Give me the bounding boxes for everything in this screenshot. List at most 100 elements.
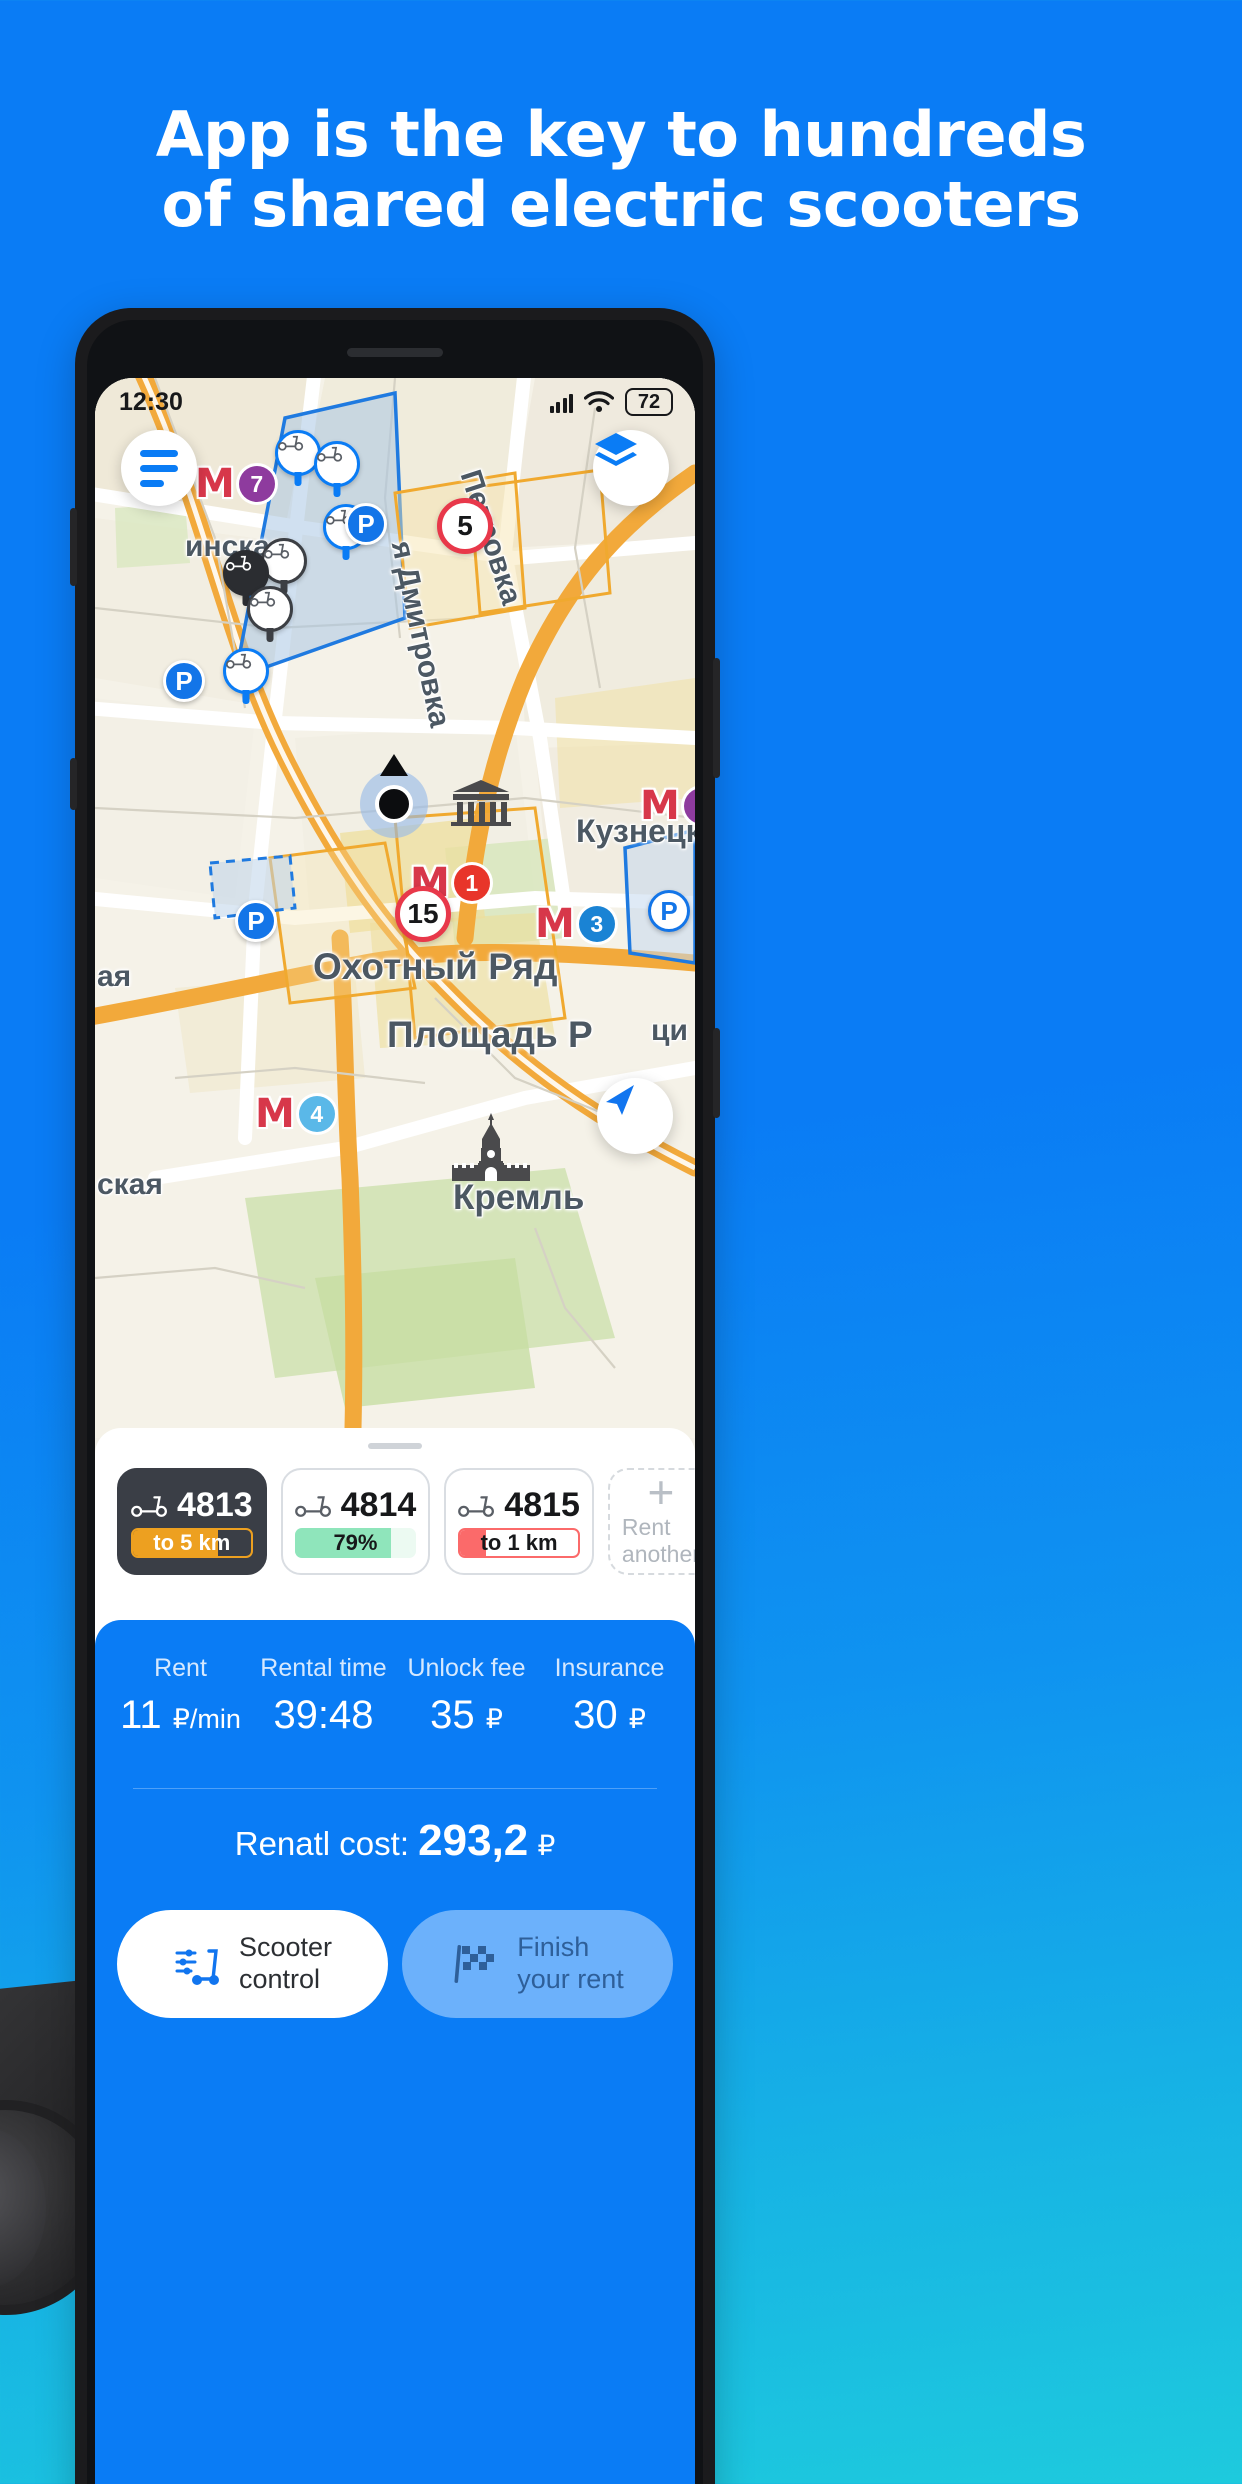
phone-volume-button — [70, 508, 77, 586]
status-bar: 12:30 72 — [95, 378, 695, 422]
stat-label: Rental time — [260, 1654, 387, 1682]
stat-label: Insurance — [554, 1654, 665, 1682]
card-header: 4815 — [458, 1482, 580, 1528]
scooter-status-label: to 1 km — [480, 1530, 558, 1555]
stat-currency: ₽ — [628, 1704, 646, 1734]
metro-logo-icon: M — [195, 461, 235, 507]
map-layers-button[interactable] — [593, 430, 669, 506]
metro-logo-icon: M — [255, 1091, 295, 1137]
metro-station-3[interactable]: M 3 — [535, 901, 615, 947]
metro-line-number — [683, 788, 695, 824]
promo-headline: App is the key to hundreds of shared ele… — [0, 99, 1242, 242]
wifi-icon — [584, 390, 614, 412]
stat-label: Rent — [154, 1654, 207, 1682]
scooter-status-bar: to 1 km — [458, 1528, 580, 1558]
card-header: 4813 — [131, 1482, 253, 1528]
stat-currency: ₽/min — [172, 1704, 241, 1734]
total-cost-row: Renatl cost: 293,2 ₽ — [95, 1816, 695, 1866]
parking-pin[interactable]: P — [345, 503, 387, 545]
scooter-card-4813[interactable]: 4813 to 5 km — [117, 1468, 267, 1575]
action-buttons-row: Scooter control Finish your rent — [95, 1900, 695, 2080]
phone-bezel: инская Петровка я Дмитровка Кузнецки Охо… — [87, 320, 703, 2484]
total-cost-currency: ₽ — [537, 1830, 556, 1861]
scooter-control-label: Scooter control — [239, 1932, 332, 1996]
phone-screen: инская Петровка я Дмитровка Кузнецки Охо… — [95, 378, 695, 2484]
map-label-left-1: ая — [97, 960, 132, 993]
rental-stats-row: Rent 11 ₽/min Rental time 39:48 Unlock f… — [95, 1620, 695, 1738]
total-cost-label: Renatl cost: — [234, 1825, 409, 1862]
bottom-sheet: 4813 to 5 km 4814 79% 4815 to 1 km + Ren… — [95, 1428, 695, 2484]
scooter-id: 4813 — [177, 1485, 253, 1524]
button-line-2: your rent — [517, 1964, 624, 1994]
metro-line-number: 4 — [298, 1096, 335, 1132]
scooter-id: 4815 — [504, 1485, 580, 1524]
stat-rental-time: Rental time 39:48 — [252, 1654, 395, 1738]
card-header: 4814 — [294, 1482, 416, 1528]
button-line-1: Finish — [517, 1932, 590, 1963]
button-line-2: control — [238, 1964, 321, 1994]
scooter-icon — [278, 435, 304, 451]
speed-limit-sign-15: 15 — [395, 886, 451, 942]
finish-rent-button[interactable]: Finish your rent — [402, 1910, 673, 2018]
speed-limit-sign-5: 5 — [437, 498, 493, 554]
scooter-control-button[interactable]: Scooter control — [117, 1910, 388, 2018]
parking-pin[interactable]: P — [235, 900, 277, 942]
headline-line-2: of shared electric scooters — [161, 168, 1081, 242]
metro-logo-icon: M — [535, 901, 575, 947]
map-label-right-edge: ци — [651, 1014, 688, 1047]
stat-insurance: Insurance 30 ₽ — [538, 1654, 681, 1738]
stat-number: 35 — [430, 1693, 475, 1737]
navigate-arrow-icon — [606, 1085, 634, 1115]
menu-button[interactable] — [121, 430, 197, 506]
scooter-card-4814[interactable]: 4814 79% — [280, 1468, 431, 1575]
phone-mockup: инская Петровка я Дмитровка Кузнецки Охо… — [70, 308, 720, 2484]
phone-power-button — [713, 658, 720, 778]
scooter-card-4815[interactable]: 4815 to 1 km — [444, 1468, 594, 1575]
rent-another-label: Rent another — [621, 1514, 695, 1568]
scooter-pin-unavailable[interactable] — [247, 586, 293, 632]
scooter-icon — [250, 591, 276, 607]
cellular-signal-icon — [549, 392, 573, 413]
map-label-left-2: ская — [97, 1168, 163, 1201]
stat-value: 30 ₽ — [538, 1693, 681, 1738]
stat-label: Unlock fee — [407, 1654, 526, 1682]
stat-rent: Rent 11 ₽/min — [109, 1654, 252, 1738]
status-bar-time: 12:30 — [119, 387, 183, 416]
scooter-icon — [317, 446, 343, 462]
locate-me-button[interactable] — [597, 1078, 673, 1154]
stat-number: 30 — [573, 1693, 618, 1737]
sheet-drag-handle[interactable] — [368, 1443, 422, 1449]
scooter-status-label: 79% — [333, 1530, 378, 1555]
scooter-icon — [226, 653, 252, 669]
stat-value: 39:48 — [252, 1693, 395, 1738]
stat-currency: ₽ — [485, 1704, 503, 1734]
scooter-status-label: to 5 km — [153, 1530, 231, 1555]
metro-station-4[interactable]: M 4 — [255, 1091, 335, 1137]
metro-station-7[interactable]: M 7 — [195, 461, 275, 507]
status-bar-indicators: 72 — [549, 388, 673, 416]
map-label-ploshchad: Площадь Р — [387, 1014, 593, 1055]
scooter-status-bar: to 5 km — [131, 1528, 253, 1558]
scooter-pin-available[interactable] — [314, 441, 360, 487]
parking-pin[interactable]: P — [648, 890, 690, 932]
scooter-pin-available[interactable] — [223, 648, 269, 694]
scooter-hub — [0, 2128, 46, 2288]
stat-value: 35 ₽ — [395, 1693, 538, 1738]
hamburger-menu-icon — [140, 449, 178, 487]
metro-logo-icon: M — [640, 783, 680, 829]
user-location-marker — [360, 754, 428, 838]
metro-line-number: 7 — [238, 466, 275, 502]
scooter-settings-icon — [175, 1949, 219, 1985]
metro-line-number: 1 — [453, 865, 490, 901]
metro-station-kuznetski[interactable]: M — [640, 783, 695, 829]
panel-background-fill — [95, 2068, 695, 2484]
rent-another-button[interactable]: + Rent another — [607, 1468, 695, 1575]
map-label-okhotny-ryad: Охотный Ряд — [313, 946, 558, 987]
parking-pin[interactable]: P — [163, 660, 205, 702]
battery-indicator: 72 — [625, 388, 673, 416]
map-layers-icon — [595, 433, 637, 466]
scooter-card-list: 4813 to 5 km 4814 79% 4815 to 1 km + Ren… — [117, 1468, 695, 1575]
stat-number: 39:48 — [273, 1693, 374, 1737]
map-label-kremlin: Кремль — [453, 1178, 585, 1217]
map-view[interactable]: инская Петровка я Дмитровка Кузнецки Охо… — [95, 378, 695, 1438]
